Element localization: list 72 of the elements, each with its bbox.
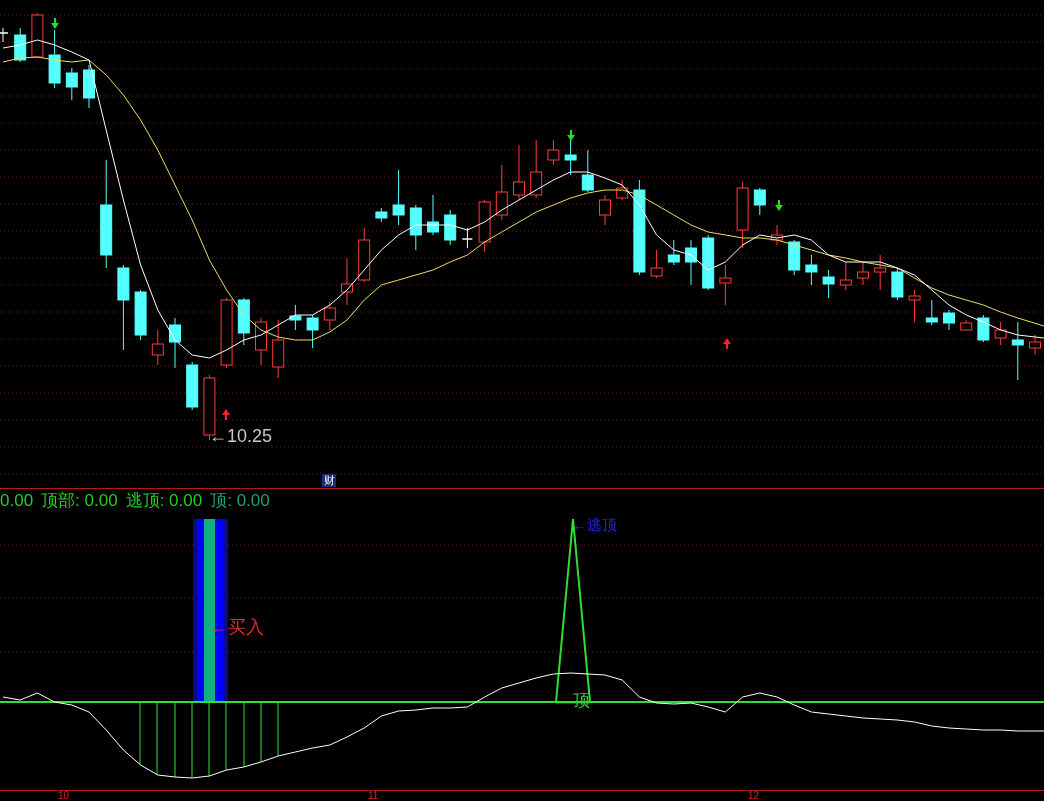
candlestick	[667, 239, 680, 266]
candlestick	[1029, 334, 1041, 356]
candlestick	[736, 181, 749, 249]
candlestick	[702, 234, 715, 291]
candlestick	[874, 254, 887, 291]
candlestick	[255, 317, 267, 366]
candlestick	[444, 209, 457, 246]
candlestick	[151, 329, 164, 366]
axis-label: 12	[748, 791, 760, 801]
axis-label: 11	[368, 791, 379, 801]
candlestick	[857, 261, 869, 286]
candlestick	[771, 224, 783, 246]
candlestick	[14, 27, 27, 63]
arrow-down-icon	[775, 199, 783, 211]
candlestick	[134, 289, 147, 341]
candlestick	[564, 139, 577, 176]
candlestick	[925, 299, 938, 326]
candlestick	[719, 264, 732, 306]
candlestick	[341, 257, 353, 306]
candlestick	[943, 309, 955, 331]
candlestick	[650, 249, 663, 279]
candlestick	[513, 144, 525, 201]
arrow-up-icon	[723, 338, 731, 350]
candlestick	[169, 317, 181, 369]
candlestick	[581, 149, 594, 193]
candlestick	[960, 319, 973, 331]
indicator-reading: 逃顶: 0.00	[125, 492, 203, 509]
candlestick	[685, 239, 697, 286]
candlestick	[839, 261, 852, 291]
candlestick	[358, 227, 371, 283]
arrow-up-icon	[222, 409, 230, 421]
candlestick	[788, 239, 801, 276]
candlestick	[289, 304, 302, 331]
candlestick	[805, 254, 818, 286]
candlestick	[272, 319, 285, 379]
candlestick	[1011, 321, 1024, 381]
candlestick	[599, 194, 611, 226]
candlestick	[186, 361, 199, 411]
candlestick	[237, 297, 250, 346]
candlestick	[478, 199, 491, 253]
candlestick	[977, 314, 990, 343]
candlestick	[375, 207, 388, 223]
candlestick	[65, 67, 78, 101]
candlestick	[908, 289, 921, 323]
price-label: ←10.25	[209, 427, 273, 445]
candlestick	[994, 321, 1007, 346]
candlestick	[495, 164, 508, 221]
indicator-reading: 0.00	[0, 492, 34, 509]
candlestick	[31, 12, 44, 59]
candlestick	[891, 267, 904, 301]
candlestick	[0, 27, 9, 43]
candlestick	[753, 187, 766, 216]
candlestick	[822, 269, 835, 299]
candlestick	[616, 179, 629, 201]
arrow-down-icon	[567, 129, 575, 141]
candlestick	[409, 204, 422, 251]
candlestick	[83, 64, 95, 109]
signal-label: ←逃顶	[572, 517, 617, 532]
candlestick	[427, 194, 439, 236]
candlestick	[547, 139, 560, 166]
candlestick	[48, 29, 61, 89]
candlestick	[220, 297, 233, 369]
candlestick	[461, 227, 474, 249]
event-marker[interactable]: 财	[322, 474, 336, 487]
candlestick	[530, 139, 543, 199]
indicator-reading: 顶部: 0.00	[41, 492, 118, 509]
indicator-reading: 顶: 0.00	[210, 492, 270, 509]
candlestick	[323, 301, 336, 331]
arrow-down-icon	[51, 17, 59, 29]
axis-label: 10	[58, 791, 70, 801]
candlestick	[392, 169, 405, 226]
candlestick	[306, 314, 319, 349]
